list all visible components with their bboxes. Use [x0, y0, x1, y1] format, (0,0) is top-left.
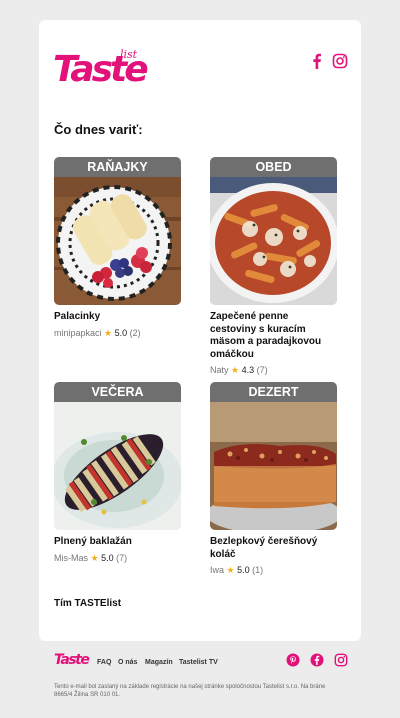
facebook-icon[interactable] [310, 653, 324, 667]
footer-link-faq[interactable]: FAQ [97, 659, 111, 666]
recipe-author[interactable]: Iwa [210, 565, 224, 575]
star-icon: ★ [90, 552, 99, 563]
recipe-image[interactable] [210, 177, 337, 305]
recipe-card-kolac[interactable]: DEZERT Bezlepkový čerešňový koláč Iwa ★ … [210, 382, 337, 576]
recipe-image[interactable] [210, 402, 337, 530]
pinterest-icon[interactable] [286, 653, 300, 667]
recipe-title[interactable]: Plnený baklažán [54, 536, 181, 549]
signature: Tím TASTElist [54, 598, 122, 609]
recipe-author[interactable]: Naty [210, 365, 229, 375]
recipe-rating-count: (2) [129, 327, 141, 338]
recipe-meta: minipapkaci ★ 5.0 (2) [54, 327, 181, 339]
recipe-rating: 5.0 [114, 327, 128, 338]
section-heading: Čo dnes variť: [54, 122, 143, 137]
footer-link-magazine[interactable]: Magazín [145, 659, 173, 666]
instagram-icon[interactable] [334, 653, 348, 667]
recipe-image[interactable] [54, 177, 181, 305]
star-icon: ★ [231, 365, 240, 375]
category-banner: RAŇAJKY [54, 157, 181, 177]
recipe-card-palacinky[interactable]: RAŇAJKY Palacinky minipapkaci ★ 5.0 (2) [54, 157, 181, 339]
recipe-meta: Naty ★ 4.3 (7) [210, 364, 337, 376]
footer-logo[interactable]: Taste [54, 652, 90, 668]
recipe-title[interactable]: Zapečené penne cestoviny s kuracím mäsom… [210, 311, 337, 361]
recipe-title[interactable]: Bezlepkový čerešňový koláč [210, 536, 337, 561]
email-card: Taste list ® Čo dnes variť: RAŇAJKY Pala… [39, 20, 361, 641]
category-banner: OBED [210, 157, 337, 177]
footer-link-tv[interactable]: Tastelist TV [179, 659, 218, 666]
tastelist-logo[interactable]: Taste list ® [53, 48, 149, 90]
instagram-icon[interactable] [332, 53, 348, 69]
recipe-author[interactable]: minipapkaci [54, 328, 102, 338]
legal-notice: Tento e-mail bol zaslaný na základe regi… [54, 684, 326, 698]
star-icon: ★ [104, 327, 113, 338]
recipe-title[interactable]: Palacinky [54, 311, 181, 324]
facebook-icon[interactable] [309, 53, 325, 69]
recipe-card-penne[interactable]: OBED Zapečené penne cestoviny s kuracím … [210, 157, 337, 376]
recipe-rating: 5.0 [237, 565, 250, 575]
footer-link-about[interactable]: O nás [118, 659, 137, 666]
recipe-rating-count: (7) [256, 365, 268, 375]
recipe-image[interactable] [54, 402, 181, 530]
recipe-rating-count: (1) [252, 565, 264, 575]
star-icon: ★ [226, 565, 235, 575]
category-banner: DEZERT [210, 382, 337, 402]
category-banner: VEČERA [54, 382, 181, 402]
recipe-rating: 4.3 [241, 365, 255, 375]
recipe-meta: Iwa ★ 5.0 (1) [210, 564, 337, 576]
recipe-meta: Mis-Mas ★ 5.0 (7) [54, 552, 181, 564]
recipe-rating: 5.0 [101, 552, 114, 563]
recipe-author[interactable]: Mis-Mas [54, 553, 88, 563]
recipe-rating-count: (7) [116, 552, 128, 563]
recipe-card-baklazan[interactable]: VEČERA Plnený baklažán Mis-Mas ★ 5.0 (7) [54, 382, 181, 564]
